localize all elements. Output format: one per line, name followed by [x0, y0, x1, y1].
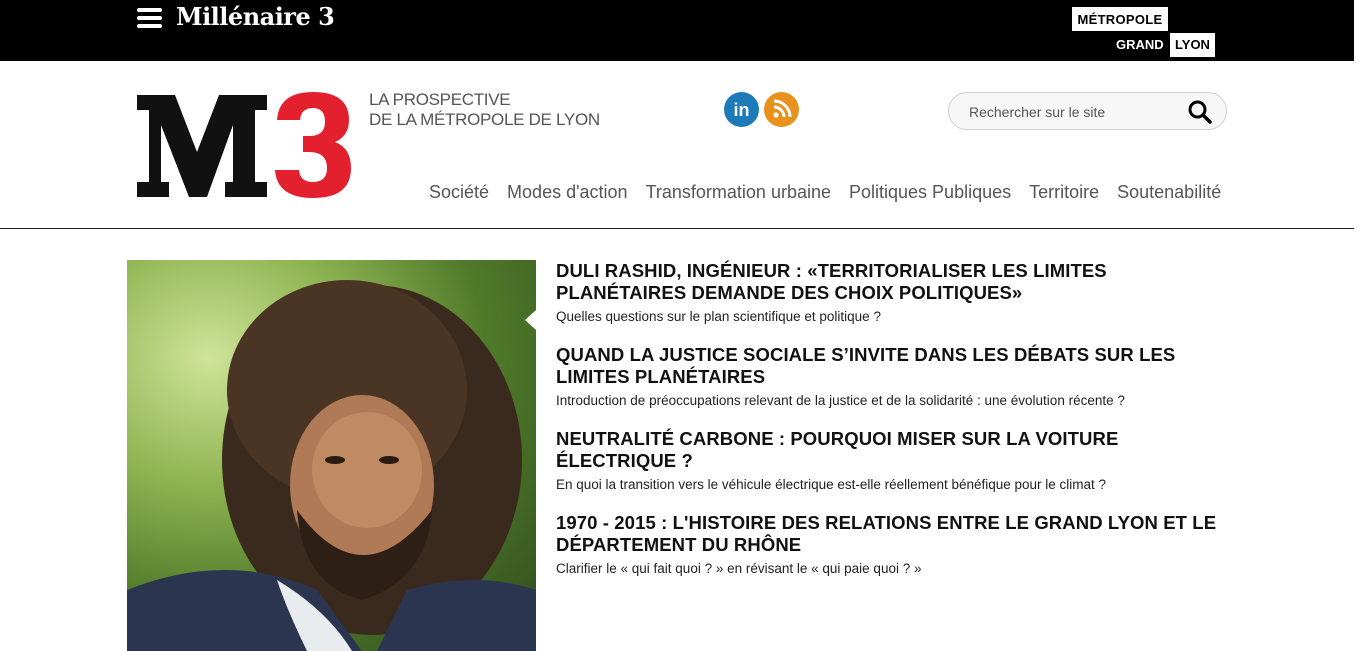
search-icon[interactable]: [1187, 99, 1213, 125]
search-input[interactable]: [969, 101, 1179, 123]
featured-article-image[interactable]: [127, 260, 536, 651]
tagline-line-2: de la Métropole de Lyon: [369, 110, 600, 129]
tagline-line-1: La Prospective: [369, 90, 511, 109]
search-box: [948, 92, 1227, 130]
top-bar: Millénaire 3 MÉTROPOLE GRAND LYON: [0, 0, 1354, 61]
brand-title[interactable]: Millénaire 3: [176, 2, 335, 31]
header-divider: [0, 228, 1354, 229]
linkedin-icon[interactable]: in: [724, 92, 759, 127]
m3-logo[interactable]: [137, 90, 352, 200]
list-item[interactable]: Quand la justice sociale s’invite dans l…: [556, 344, 1226, 410]
article-title[interactable]: Duli Rashid, ingénieur : «Territorialise…: [556, 260, 1226, 304]
grand-label: GRAND: [1116, 37, 1164, 52]
article-list: Duli Rashid, ingénieur : «Territorialise…: [556, 260, 1226, 596]
article-title[interactable]: Quand la justice sociale s’invite dans l…: [556, 344, 1226, 388]
nav-item-modes-daction[interactable]: Modes d'action: [507, 182, 628, 203]
article-summary: Introduction de préoccupations relevant …: [556, 393, 1125, 408]
metropole-label: MÉTROPOLE: [1072, 7, 1168, 31]
article-title[interactable]: 1970 - 2015 : L'histoire des relations e…: [556, 512, 1226, 556]
article-summary: En quoi la transition vers le véhicule é…: [556, 477, 1107, 492]
rss-icon[interactable]: [764, 92, 799, 127]
linkedin-label: in: [734, 100, 750, 120]
nav-item-territoire[interactable]: Territoire: [1029, 182, 1099, 203]
article-title[interactable]: Neutralité carbone : pourquoi miser sur …: [556, 428, 1226, 472]
site-tagline: La Prospective de la Métropole de Lyon: [369, 90, 600, 130]
metropole-logo[interactable]: MÉTROPOLE GRAND LYON: [1072, 7, 1216, 57]
nav-item-transformation-urbaine[interactable]: Transformation urbaine: [646, 182, 831, 203]
main-nav: Société Modes d'action Transformation ur…: [429, 182, 1221, 203]
list-item[interactable]: 1970 - 2015 : L'histoire des relations e…: [556, 512, 1226, 578]
list-item[interactable]: Neutralité carbone : pourquoi miser sur …: [556, 428, 1226, 494]
image-pointer: [525, 310, 536, 330]
article-summary: Clarifier le « qui fait quoi ? » en révi…: [556, 561, 922, 576]
nav-item-societe[interactable]: Société: [429, 182, 489, 203]
lyon-label: LYON: [1170, 33, 1215, 57]
menu-icon[interactable]: [137, 8, 162, 29]
list-item[interactable]: Duli Rashid, ingénieur : «Territorialise…: [556, 260, 1226, 326]
nav-item-soutenabilite[interactable]: Soutenabilité: [1117, 182, 1221, 203]
article-summary: Quelles questions sur le plan scientifiq…: [556, 309, 881, 324]
nav-item-politiques-publiques[interactable]: Politiques Publiques: [849, 182, 1011, 203]
